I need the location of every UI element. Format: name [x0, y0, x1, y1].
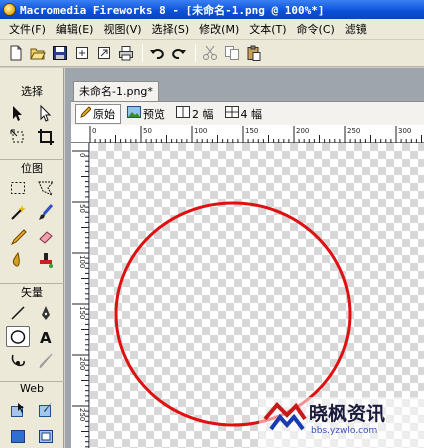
horizontal-ruler-scale: 0 50 100 150 200 250 300	[89, 126, 422, 143]
slice-icon[interactable]	[34, 399, 58, 420]
save-icon[interactable]	[50, 43, 70, 63]
main-toolbar	[0, 40, 424, 67]
ruler-label: 300	[398, 127, 411, 135]
menu-select[interactable]: 选择(S)	[147, 21, 195, 37]
ruler-label: 250	[347, 127, 360, 135]
blur-icon[interactable]	[6, 249, 30, 270]
rubber-stamp-icon[interactable]	[34, 249, 58, 270]
watermark: 晓枫资讯 bbs.yzwlo.com	[259, 397, 424, 448]
lasso-icon[interactable]	[34, 177, 58, 198]
menu-filters[interactable]: 滤镜	[340, 21, 372, 37]
ruler-label: 200	[78, 357, 86, 370]
tools-section-select: 选择	[21, 85, 43, 98]
toolbar-separator	[142, 44, 143, 62]
ruler-label: 0	[92, 127, 96, 135]
crop-icon[interactable]	[34, 126, 58, 147]
watermark-text: 晓枫资讯	[309, 403, 386, 425]
cut-icon[interactable]	[200, 43, 220, 63]
hotspot-icon[interactable]	[6, 399, 30, 420]
fireworks-window: Macromedia Fireworks 8 - [未命名-1.png @ 10…	[0, 0, 424, 448]
view-original-button[interactable]: 原始	[75, 103, 121, 124]
redo-icon[interactable]	[169, 43, 189, 63]
text-icon[interactable]: A	[34, 326, 58, 347]
pencil-icon	[79, 106, 92, 121]
tools-section-bitmap: 位图	[0, 159, 64, 175]
web-tools	[6, 399, 58, 420]
document-tab[interactable]: 未命名-1.png*	[73, 81, 159, 101]
tools-section-vector: 矢量	[0, 283, 64, 299]
web-tools-row2	[6, 425, 58, 446]
menu-commands[interactable]: 命令(C)	[292, 21, 340, 37]
menu-modify[interactable]: 修改(M)	[194, 21, 244, 37]
undo-icon[interactable]	[147, 43, 167, 63]
ruler-label: 0	[78, 153, 86, 157]
fireworks-logo-icon	[3, 3, 16, 16]
line-icon[interactable]	[6, 302, 30, 323]
copy-icon[interactable]	[222, 43, 242, 63]
ellipse-icon[interactable]	[6, 326, 30, 347]
preview-icon	[127, 106, 141, 121]
view-preview-label: 预览	[143, 107, 165, 121]
horizontal-ruler: 0 50 100 150 200 250 300	[71, 125, 424, 143]
select-tools	[6, 102, 58, 147]
subselect-icon[interactable]	[34, 102, 58, 123]
pencil-icon[interactable]	[6, 225, 30, 246]
menu-file[interactable]: 文件(F)	[4, 21, 51, 37]
freeform-icon[interactable]	[6, 350, 30, 371]
watermark-logo-icon	[263, 402, 307, 431]
view-preview-button[interactable]: 预览	[124, 104, 170, 124]
toolbar-separator	[195, 44, 196, 62]
red-circle-shape[interactable]	[114, 201, 352, 427]
four-up-icon	[224, 106, 239, 121]
view-4up-button[interactable]: 4 幅	[222, 104, 268, 124]
import-icon[interactable]	[72, 43, 92, 63]
vertical-ruler-scale: 0 50 100 150 200 250	[72, 150, 89, 448]
ruler-label: 200	[296, 127, 309, 135]
show-slices-icon[interactable]	[34, 425, 58, 446]
watermark-url: bbs.yzwlo.com	[311, 426, 378, 436]
pen-icon[interactable]	[34, 302, 58, 323]
hide-slices-icon[interactable]	[6, 425, 30, 446]
vector-tools: A	[6, 302, 58, 371]
ruler-label: 150	[78, 306, 86, 319]
magic-wand-icon[interactable]	[6, 201, 30, 222]
ruler-label: 100	[194, 127, 207, 135]
view-2up-label: 2 幅	[192, 107, 214, 121]
knife-icon[interactable]	[34, 350, 58, 371]
ruler-label: 50	[143, 127, 152, 135]
pointer-icon[interactable]	[6, 102, 30, 123]
ruler-label: 250	[78, 408, 86, 421]
brush-icon[interactable]	[34, 201, 58, 222]
tools-section-web: Web	[0, 381, 64, 396]
document-area: 未命名-1.png* 原始 预览 2 幅 4 幅 0 50 100 150 200 250…	[65, 68, 424, 448]
vertical-ruler: 0 50 100 150 200 250	[71, 143, 89, 448]
open-icon[interactable]	[28, 43, 48, 63]
view-4up-label: 4 幅	[240, 107, 263, 121]
view-original-label: 原始	[93, 107, 115, 121]
paste-icon[interactable]	[244, 43, 264, 63]
ruler-label: 150	[245, 127, 258, 135]
print-icon[interactable]	[116, 43, 136, 63]
tools-panel: 选择 位图 矢量 A Web	[0, 68, 64, 448]
view-bar: 原始 预览 2 幅 4 幅	[71, 101, 424, 125]
marquee-icon[interactable]	[6, 177, 30, 198]
export-icon[interactable]	[94, 43, 114, 63]
ruler-label: 50	[78, 204, 86, 213]
menu-bar: 文件(F) 编辑(E) 视图(V) 选择(S) 修改(M) 文本(T) 命令(C…	[0, 19, 424, 40]
menu-edit[interactable]: 编辑(E)	[51, 21, 99, 37]
svg-text:A: A	[40, 329, 52, 346]
menu-text[interactable]: 文本(T)	[244, 21, 291, 37]
scale-icon[interactable]	[6, 126, 30, 147]
bitmap-tools	[6, 177, 58, 270]
ruler-label: 100	[78, 255, 86, 268]
eraser-icon[interactable]	[34, 225, 58, 246]
two-up-icon	[176, 106, 190, 121]
new-icon[interactable]	[6, 43, 26, 63]
menu-view[interactable]: 视图(V)	[98, 21, 146, 37]
window-title: Macromedia Fireworks 8 - [未命名-1.png @ 10…	[20, 3, 325, 17]
title-bar: Macromedia Fireworks 8 - [未命名-1.png @ 10…	[0, 0, 424, 19]
view-2up-button[interactable]: 2 幅	[173, 104, 219, 124]
